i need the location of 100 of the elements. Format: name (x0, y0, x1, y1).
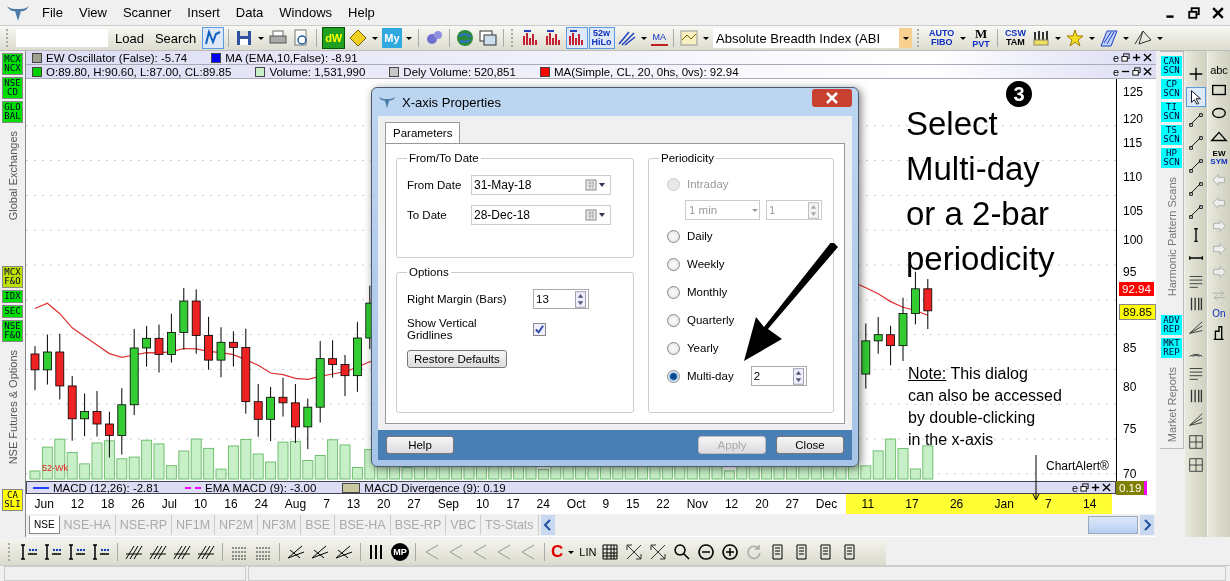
line-tool-icon[interactable] (1187, 157, 1205, 175)
ma-button[interactable]: MA (650, 30, 668, 46)
crossed-arrows-icon[interactable] (648, 542, 669, 562)
cursor-icon[interactable] (1187, 88, 1205, 106)
menu-item[interactable]: Data (229, 5, 274, 20)
scanner-button[interactable]: HP SCN (1161, 148, 1182, 168)
grid-icon[interactable] (600, 542, 621, 562)
indicator-dropdown[interactable]: Absolute Breadth Index (ABI (713, 28, 912, 48)
menu-item[interactable]: File (36, 5, 73, 20)
grid-icon[interactable] (1187, 433, 1205, 451)
radio-button[interactable] (667, 341, 680, 355)
trend-lines-icon[interactable] (1187, 410, 1205, 428)
close-icon[interactable] (1143, 67, 1152, 76)
text-tool-button[interactable]: abc (1210, 65, 1228, 76)
scanner-button[interactable]: CAN SCN (1161, 56, 1182, 76)
symbol-search-field[interactable] (16, 29, 108, 47)
toolbar-button[interactable]: Load (111, 30, 148, 46)
panel-menu-button[interactable]: e (1112, 65, 1119, 78)
calculator-button[interactable]: CA SLI (2, 489, 23, 511)
caret-icon[interactable] (257, 34, 266, 42)
diamond-icon[interactable] (348, 28, 369, 48)
tam-button[interactable]: CSW TAM (1002, 28, 1028, 48)
report-button[interactable]: ADV REP (1161, 314, 1182, 335)
caret-icon[interactable] (404, 34, 413, 42)
scrollbar-thumb[interactable] (1088, 516, 1138, 534)
panel-label[interactable]: Harmonic Pattern Scans (1165, 171, 1178, 303)
calendar-dropdown-icon[interactable] (585, 209, 607, 221)
line-tool-icon[interactable] (1187, 180, 1205, 198)
trend-lines-icon[interactable] (1187, 318, 1205, 336)
close-icon[interactable] (1143, 53, 1152, 62)
scanner-button[interactable]: TI SCN (1161, 102, 1182, 122)
restore-icon[interactable] (1121, 53, 1130, 62)
menu-item[interactable]: Insert (181, 5, 230, 20)
menu-item[interactable]: Windows (273, 5, 343, 20)
exchange-button[interactable]: NSE F&O (2, 320, 23, 343)
zoom-out-icon[interactable] (696, 542, 717, 562)
scroll-right-icon[interactable] (1140, 515, 1154, 535)
radio-button[interactable] (667, 369, 680, 383)
scroll-left-icon[interactable] (540, 515, 555, 535)
scanner-button[interactable]: TS SCN (1161, 125, 1182, 145)
line-tool-icon[interactable] (1187, 111, 1205, 129)
globe-icon[interactable] (454, 28, 475, 48)
linear-scale-button[interactable]: LIN (579, 546, 597, 558)
caret-icon[interactable] (1155, 34, 1164, 42)
exchange-button[interactable]: GLO BAL (2, 101, 23, 123)
spinner-arrows-icon[interactable] (575, 290, 586, 308)
toolbar-button[interactable]: Search (150, 30, 201, 46)
caret-icon[interactable] (639, 34, 648, 42)
exchange-button[interactable]: MCX F&O (2, 266, 23, 289)
dialog-button[interactable]: Help (386, 436, 454, 454)
spinner-arrows-icon[interactable] (792, 367, 804, 385)
hi-lo-button[interactable]: 52w HiLo (589, 28, 614, 48)
exchange-button[interactable]: MCX NCX (2, 53, 23, 75)
exchange-tab[interactable]: NSE (29, 516, 60, 534)
date-field[interactable]: 28-Dec-18 (471, 205, 611, 225)
restore-icon[interactable] (1132, 67, 1141, 76)
dialog-button[interactable]: Close (776, 436, 844, 454)
balance-icon[interactable] (1030, 28, 1051, 48)
ruler-icon[interactable] (67, 542, 87, 562)
pivot-button[interactable]: M PVT (970, 28, 992, 48)
caret-icon[interactable] (959, 34, 968, 42)
dialog-tab[interactable]: Parameters (385, 122, 461, 143)
exchange-button[interactable]: IDX (2, 290, 23, 304)
market-profile-button[interactable]: MP (391, 543, 409, 561)
caret-icon[interactable] (371, 34, 380, 42)
close-icon[interactable] (1102, 483, 1111, 492)
caret-icon[interactable] (1087, 34, 1096, 42)
restore-icon[interactable] (1188, 6, 1200, 19)
exchange-button[interactable]: SEC (2, 305, 23, 319)
date-field[interactable]: 31-May-18 (471, 175, 611, 195)
hatched-channel-icon[interactable] (1098, 28, 1119, 48)
bar-chart-icon[interactable] (566, 28, 587, 48)
color-tool-button[interactable]: C (551, 542, 564, 562)
caret-icon[interactable] (567, 548, 576, 556)
line-tool-icon[interactable] (1187, 203, 1205, 221)
close-icon[interactable] (1212, 6, 1224, 19)
grid-icon[interactable] (1187, 456, 1205, 474)
caret-icon[interactable] (1121, 34, 1130, 42)
panel-menu-button[interactable]: e (1071, 481, 1078, 494)
elliott-wave-button[interactable]: EW SYM (1210, 150, 1228, 166)
menu-item[interactable]: Help (342, 5, 385, 20)
caret-icon[interactable] (702, 34, 710, 42)
sidebar-label[interactable]: NSE Futures & Options (6, 344, 19, 471)
radio-button[interactable] (667, 285, 680, 299)
scanner-button[interactable]: CP SCN (1161, 79, 1182, 99)
menu-item[interactable]: Scanner (116, 5, 182, 20)
restore-defaults-button[interactable]: Restore Defaults (407, 350, 507, 368)
zoom-in-icon[interactable] (720, 542, 741, 562)
menu-item[interactable]: View (72, 5, 117, 20)
sidebar-label[interactable]: Global Exchanges (6, 125, 19, 227)
radio-button[interactable] (667, 257, 680, 271)
ruler-icon[interactable] (19, 542, 39, 562)
panel-label[interactable]: Market Reports (1165, 360, 1178, 448)
plus-icon[interactable] (1132, 53, 1141, 62)
restore-icon[interactable] (1080, 483, 1089, 492)
exchange-button[interactable]: NSE CD (2, 77, 23, 99)
ruler-icon[interactable] (91, 542, 111, 562)
triangle-pattern-icon[interactable] (1132, 28, 1153, 48)
panel-menu-button[interactable]: e (1112, 51, 1119, 64)
windows-icon[interactable] (477, 28, 498, 48)
